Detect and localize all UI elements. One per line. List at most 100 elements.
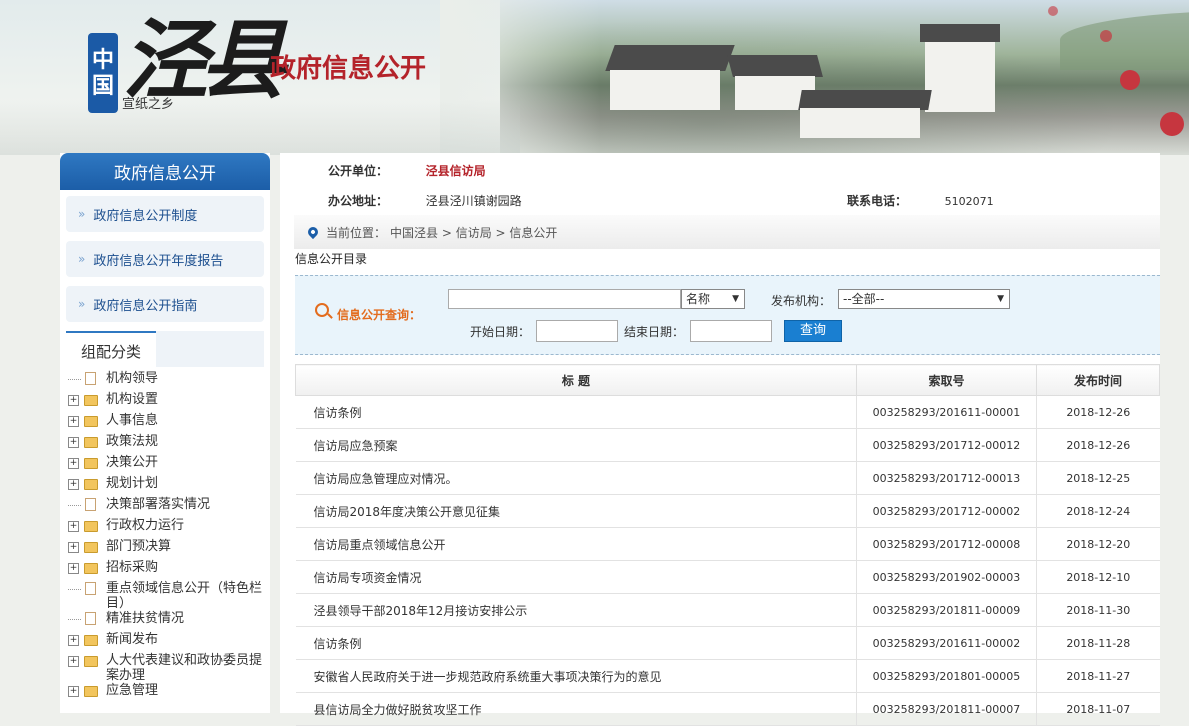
main-content: 公开单位： 泾县信访局 办公地址： 泾县泾川镇谢园路 联系电话： 5102071… xyxy=(280,153,1160,726)
tree-item-label: 决策部署落实情况 xyxy=(106,497,211,512)
row-title-link[interactable]: 安徽省人民政府关于进一步规范政府系统重大事项决策行为的意见 xyxy=(295,659,857,693)
sidebar-link-system[interactable]: » 政府信息公开制度 xyxy=(66,196,264,232)
mountain-shape xyxy=(1060,10,1189,70)
search-button[interactable]: 查询 xyxy=(784,320,842,342)
tree-connector xyxy=(68,619,81,620)
field-select[interactable]: 名称 ▼ xyxy=(681,289,745,309)
category-header: 组配分类 xyxy=(66,331,264,369)
tree-item[interactable]: 重点领域信息公开（特色栏目） xyxy=(68,581,270,611)
tree-item[interactable]: 精准扶贫情况 xyxy=(68,611,270,632)
expand-icon[interactable]: + xyxy=(68,437,79,448)
results-table: 标 题 索取号 发布时间 信访条例 003258293/201611-00001 2… xyxy=(295,364,1160,726)
tree-item[interactable]: + 新闻发布 xyxy=(68,632,270,653)
row-title-link[interactable]: 信访局专项资金情况 xyxy=(295,560,857,594)
tree-item[interactable]: + 人大代表建议和政协委员提案办理 xyxy=(68,653,270,683)
row-index-number: 003258293/201902-00003 xyxy=(855,560,1037,594)
phone-label: 联系电话： xyxy=(847,194,908,208)
search-icon xyxy=(315,303,329,317)
tree-item[interactable]: + 行政权力运行 xyxy=(68,518,270,539)
expand-icon[interactable]: + xyxy=(68,416,79,427)
tree-item-label: 精准扶贫情况 xyxy=(106,611,185,626)
tree-item[interactable]: 决策部署落实情况 xyxy=(68,497,270,518)
row-title-link[interactable]: 信访局重点领域信息公开 xyxy=(295,527,857,561)
document-icon xyxy=(85,582,96,595)
folder-icon xyxy=(84,437,98,448)
row-index-number: 003258293/201712-00008 xyxy=(855,527,1037,561)
plum-blossom xyxy=(1160,112,1184,136)
sidebar-link-guide[interactable]: » 政府信息公开指南 xyxy=(66,286,264,322)
search-label: 信息公开查询： xyxy=(337,308,422,322)
start-date-input[interactable] xyxy=(536,320,618,342)
expand-icon[interactable]: + xyxy=(68,458,79,469)
expand-icon[interactable]: + xyxy=(68,521,79,532)
wall-shape xyxy=(800,108,920,138)
folder-icon xyxy=(84,635,98,646)
tree-item-label: 机构领导 xyxy=(106,371,159,386)
phone-row: 联系电话： 5102071 xyxy=(847,192,994,209)
tree-item[interactable]: + 招标采购 xyxy=(68,560,270,581)
expand-icon[interactable]: + xyxy=(68,563,79,574)
search-panel: 信息公开查询： 名称 ▼ 发布机构： --全部-- ▼ 开始日期： 结束日期： … xyxy=(295,275,1160,355)
table-row: 信访局应急管理应对情况。 003258293/201712-00013 2018-1… xyxy=(295,461,1160,495)
row-date: 2018-11-28 xyxy=(1036,626,1160,660)
expand-icon[interactable]: + xyxy=(68,395,79,406)
tree-item[interactable]: + 人事信息 xyxy=(68,413,270,434)
row-title-link[interactable]: 信访局2018年度决策公开意见征集 xyxy=(295,494,857,528)
sidebar-link-annual-report[interactable]: » 政府信息公开年度报告 xyxy=(66,241,264,277)
wall-shape xyxy=(610,70,720,110)
plum-blossom xyxy=(1100,30,1112,42)
tree-item[interactable]: + 应急管理 xyxy=(68,683,270,704)
tree-connector xyxy=(68,589,81,590)
folder-icon xyxy=(84,656,98,667)
col-title-header: 标 题 xyxy=(295,364,857,396)
row-title-link[interactable]: 县信访局全力做好脱贫攻坚工作 xyxy=(295,692,857,726)
org-select[interactable]: --全部-- ▼ xyxy=(838,289,1010,309)
folder-icon xyxy=(84,395,98,406)
roof-shape xyxy=(920,24,1000,42)
chevron-down-icon: ▼ xyxy=(997,294,1004,304)
expand-icon[interactable]: + xyxy=(68,686,79,697)
chevron-right-icon: » xyxy=(78,207,86,221)
expand-icon[interactable]: + xyxy=(68,656,79,667)
row-title-link[interactable]: 信访条例 xyxy=(295,626,857,660)
tree-item[interactable]: + 政策法规 xyxy=(68,434,270,455)
unit-label: 公开单位： xyxy=(328,164,389,178)
tree-item-label: 部门预决算 xyxy=(106,539,172,554)
tree-item-label: 重点领域信息公开（特色栏目） xyxy=(106,581,263,611)
table-header-row: 标 题 索取号 发布时间 xyxy=(295,364,1160,396)
sidebar: 政府信息公开 » 政府信息公开制度 » 政府信息公开年度报告 » 政府信息公开指… xyxy=(60,153,270,713)
tree-item[interactable]: + 机构设置 xyxy=(68,392,270,413)
breadcrumb-path[interactable]: 中国泾县 > 信访局 > 信息公开 xyxy=(390,224,557,241)
tree-item-label: 应急管理 xyxy=(106,683,159,698)
table-row: 县信访局全力做好脱贫攻坚工作 003258293/201811-00007 2018… xyxy=(295,692,1160,726)
field-select-value: 名称 xyxy=(686,292,711,306)
folder-icon xyxy=(84,563,98,574)
row-date: 2018-12-25 xyxy=(1036,461,1160,495)
tree-item-label: 机构设置 xyxy=(106,392,159,407)
row-title-link[interactable]: 信访局应急预案 xyxy=(295,428,857,462)
expand-icon[interactable]: + xyxy=(68,635,79,646)
tree-item[interactable]: 机构领导 xyxy=(68,371,270,392)
end-date-input[interactable] xyxy=(690,320,772,342)
tree-item[interactable]: + 规划计划 xyxy=(68,476,270,497)
tab-category[interactable]: 组配分类 xyxy=(66,331,156,369)
unit-row: 公开单位： 泾县信访局 xyxy=(328,162,486,179)
folder-icon xyxy=(84,416,98,427)
village-photo xyxy=(500,0,1189,155)
tree-item[interactable]: + 部门预决算 xyxy=(68,539,270,560)
row-date: 2018-11-30 xyxy=(1036,593,1160,627)
table-row: 信访局专项资金情况 003258293/201902-00003 2018-12-1… xyxy=(295,560,1160,594)
document-icon xyxy=(85,372,96,385)
tree-item[interactable]: + 决策公开 xyxy=(68,455,270,476)
keyword-input[interactable] xyxy=(448,289,681,309)
tree-item-label: 规划计划 xyxy=(106,476,159,491)
category-tree: 机构领导 + 机构设置 + 人事信息 + 政策法规 + 决策公开 + 规划计划 决策部署落实情况 + 行政… xyxy=(60,367,270,704)
row-title-link[interactable]: 信访条例 xyxy=(295,395,857,429)
row-title-link[interactable]: 泾县领导干部2018年12月接访安排公示 xyxy=(295,593,857,627)
row-title-link[interactable]: 信访局应急管理应对情况。 xyxy=(295,461,857,495)
wall-shape xyxy=(925,42,995,112)
unit-value: 泾县信访局 xyxy=(425,164,486,178)
expand-icon[interactable]: + xyxy=(68,542,79,553)
tree-item-label: 决策公开 xyxy=(106,455,159,470)
expand-icon[interactable]: + xyxy=(68,479,79,490)
